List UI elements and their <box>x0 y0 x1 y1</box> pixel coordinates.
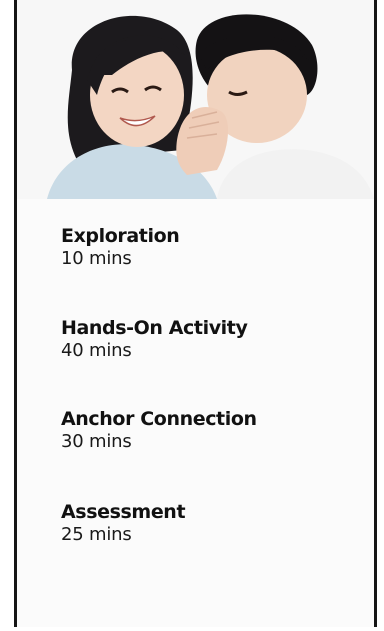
activity-duration: 25 mins <box>61 524 132 545</box>
activity-duration: 10 mins <box>61 248 132 269</box>
activity-title: Anchor Connection <box>61 408 257 430</box>
lesson-card: Exploration 10 mins Hands-On Activity 40… <box>14 0 377 627</box>
activity-list: Exploration 10 mins Hands-On Activity 40… <box>17 199 374 547</box>
activity-title: Assessment <box>61 501 186 523</box>
hero-image <box>17 0 374 199</box>
activity-title: Hands-On Activity <box>61 317 248 339</box>
list-item: Exploration 10 mins <box>61 225 374 271</box>
list-item: Assessment 25 mins <box>61 501 374 547</box>
children-whispering-illustration <box>17 0 374 199</box>
activity-title: Exploration <box>61 225 180 247</box>
list-item: Hands-On Activity 40 mins <box>61 317 374 363</box>
list-item: Anchor Connection 30 mins <box>61 408 374 454</box>
activity-duration: 30 mins <box>61 431 132 452</box>
activity-duration: 40 mins <box>61 340 132 361</box>
